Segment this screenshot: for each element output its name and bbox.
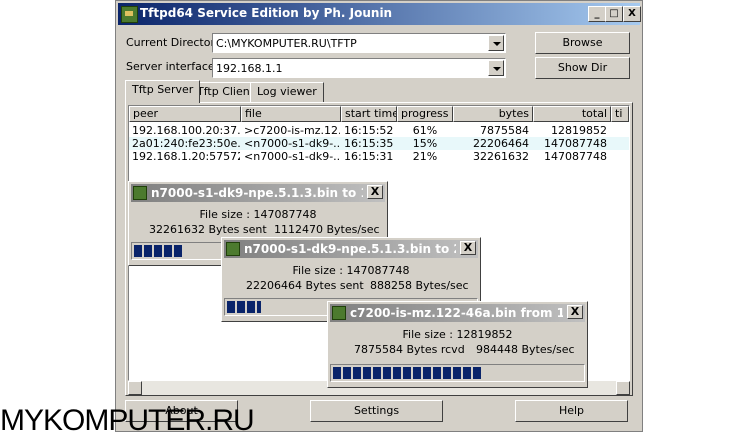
close-button[interactable]: X [623, 6, 641, 22]
column-file[interactable]: file [241, 106, 341, 122]
scroll-left-icon[interactable] [128, 381, 142, 395]
transfer-rate-text: 888258 Bytes/sec [370, 279, 469, 292]
tftpd-app-icon [133, 186, 147, 200]
help-button[interactable]: Help [515, 400, 628, 422]
browse-button[interactable]: Browse [535, 32, 630, 54]
cell-progress: 61% [412, 124, 438, 137]
window-title: Tftpd64 Service Edition by Ph. Jounin [140, 6, 393, 20]
scroll-right-icon[interactable] [616, 381, 630, 395]
file-size-text: File size : 147087748 [199, 208, 317, 221]
dialog-title: n7000-s1-dk9-npe.5.1.3.bin to 2a01:... [244, 242, 456, 256]
tab-tftp-server[interactable]: Tftp Server [125, 80, 201, 103]
dialog-title-bar[interactable]: n7000-s1-dk9-npe.5.1.3.bin to 2a01:... X [224, 240, 478, 258]
cell-file: <n7000-s1-dk9-... [244, 150, 340, 163]
cell-bytes: 22206464 [473, 137, 529, 150]
file-size-text: File size : 12819852 [402, 328, 513, 341]
cell-total: 147087748 [544, 137, 607, 150]
dialog-title-bar[interactable]: c7200-is-mz.122-46a.bin from 192.1... X [330, 304, 585, 322]
tab-log-viewer[interactable]: Log viewer [250, 82, 324, 102]
current-directory-value: C:\MYKOMPUTER.RU\TFTP [216, 37, 357, 50]
show-dir-button[interactable]: Show Dir [535, 57, 630, 79]
cell-start-time: 16:15:35 [344, 137, 394, 150]
file-size-text: File size : 147087748 [292, 264, 410, 277]
cell-peer: 192.168.100.20:37... [132, 124, 240, 137]
bytes-sent-text: 22206464 Bytes sent [246, 279, 364, 292]
tftpd-app-icon [226, 242, 240, 256]
cell-file: >c7200-is-mz.12... [244, 124, 340, 137]
column-bytes[interactable]: bytes [453, 106, 533, 122]
column-peer[interactable]: peer [129, 106, 241, 122]
bytes-sent-text: 32261632 Bytes sent [149, 223, 267, 236]
column-time[interactable]: ti [611, 106, 629, 122]
current-directory-combo[interactable]: C:\MYKOMPUTER.RU\TFTP [212, 33, 506, 53]
server-interface-label: Server interface [126, 60, 215, 73]
maximize-button[interactable]: □ [605, 6, 623, 22]
bytes-rcvd-text: 7875584 Bytes rcvd [354, 343, 465, 356]
cell-start-time: 16:15:31 [344, 150, 394, 163]
transfer-progress-bar [330, 364, 585, 382]
progress-fill [134, 245, 183, 257]
title-bar[interactable]: Tftpd64 Service Edition by Ph. Jounin _ … [118, 3, 641, 25]
cell-peer: 2a01:240:fe23:50e... [132, 137, 240, 150]
column-start-time[interactable]: start time [341, 106, 397, 122]
close-icon[interactable]: X [367, 185, 383, 199]
dialog-title: n7000-s1-dk9-npe.5.1.3.bin to 192.1... [151, 186, 363, 200]
cell-progress: 21% [412, 150, 438, 163]
column-progress[interactable]: progress [397, 106, 453, 122]
settings-button[interactable]: Settings [310, 400, 443, 422]
minimize-button[interactable]: _ [588, 6, 606, 22]
progress-fill [227, 301, 261, 313]
tftpd-app-icon [121, 6, 138, 23]
tftpd-app-icon [332, 306, 346, 320]
cell-peer: 192.168.1.20:57572 [132, 150, 240, 163]
cell-total: 12819852 [551, 124, 607, 137]
transfer-rate-text: 984448 Bytes/sec [476, 343, 575, 356]
dialog-title: c7200-is-mz.122-46a.bin from 192.1... [350, 306, 563, 320]
chevron-down-icon[interactable] [488, 60, 504, 76]
close-icon[interactable]: X [567, 305, 583, 319]
chevron-down-icon[interactable] [488, 35, 504, 51]
watermark-text: MYKOMPUTER.RU [0, 404, 255, 437]
column-total[interactable]: total [533, 106, 611, 122]
progress-fill [333, 367, 484, 379]
transfer-rate-text: 1112470 Bytes/sec [274, 223, 380, 236]
cell-total: 147087748 [544, 150, 607, 163]
dialog-title-bar[interactable]: n7000-s1-dk9-npe.5.1.3.bin to 192.1... X [131, 184, 385, 202]
current-directory-label: Current Directory [126, 36, 222, 49]
cell-progress: 15% [412, 137, 438, 150]
cell-bytes: 32261632 [473, 150, 529, 163]
cell-start-time: 16:15:52 [344, 124, 394, 137]
cell-file: <n7000-s1-dk9-... [244, 137, 340, 150]
cell-bytes: 7875584 [480, 124, 529, 137]
transfer-dialog-3[interactable]: c7200-is-mz.122-46a.bin from 192.1... X … [327, 301, 588, 388]
server-interface-value: 192.168.1.1 [216, 62, 283, 75]
close-icon[interactable]: X [460, 241, 476, 255]
server-interface-combo[interactable]: 192.168.1.1 [212, 58, 506, 78]
